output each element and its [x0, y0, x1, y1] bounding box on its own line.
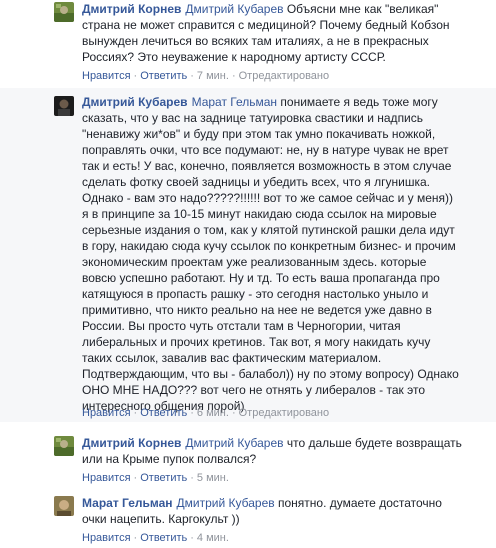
- reply-link[interactable]: Ответить: [140, 407, 187, 419]
- comment-line: понимаете я ведь тоже могу: [277, 95, 438, 109]
- comment-text: Дмитрий Корнев Дмитрий Кубарев что дальше…: [82, 435, 468, 451]
- comment-line: вынужден лечиться во всяких там италиях,…: [82, 34, 429, 48]
- comment-line: очки нацепить. Каргокульт )): [82, 512, 240, 526]
- separator: ·: [133, 532, 138, 544]
- timestamp[interactable]: 5 мин.: [197, 472, 229, 484]
- reply-link[interactable]: Ответить: [140, 532, 187, 544]
- comment-line: что дальше будете возвращать: [283, 436, 462, 450]
- separator: ·: [133, 472, 138, 484]
- avatar[interactable]: [54, 496, 74, 516]
- separator: ·: [190, 407, 194, 419]
- comment-line: либеральных и прочих кретинов. Так вот, …: [82, 335, 431, 349]
- comment-line: экономическим проектам уже реализованным…: [82, 255, 427, 269]
- comment-line: я в принципе за 10-15 минут накидаю сюда…: [82, 207, 437, 221]
- like-link[interactable]: Нравится: [82, 70, 131, 82]
- comment-thread: Дмитрий Корнев Дмитрий Кубарев Объясни мн…: [0, 0, 496, 548]
- comment-item: Марат Гельман Дмитрий Кубарев понятно. ду…: [0, 494, 496, 548]
- comment-text: Дмитрий Кубарев Марат Гельман понимаете я…: [82, 94, 468, 110]
- avatar[interactable]: [54, 436, 74, 456]
- comment-line: понятно. думаете достаточно: [274, 496, 442, 510]
- like-link[interactable]: Нравится: [82, 532, 131, 544]
- separator: ·: [133, 70, 138, 82]
- author-name[interactable]: Дмитрий Корнев: [82, 436, 181, 450]
- comment-item: Дмитрий Корнев Дмитрий Кубарев что дальше…: [0, 434, 496, 490]
- comment-line: ОНО МНЕ НАДО??? вот чего не отнять у либ…: [82, 383, 425, 397]
- author-name[interactable]: Марат Гельман: [82, 496, 173, 510]
- comment-line: Подтверждающим, что вы - балабол)) ну по…: [82, 367, 459, 381]
- mention-link[interactable]: Дмитрий Кубарев: [177, 496, 275, 510]
- mention-link[interactable]: Марат Гельман: [192, 95, 278, 109]
- comment-actions: Нравится · Ответить · 5 мин.: [82, 471, 229, 485]
- separator: ·: [231, 407, 236, 419]
- reply-link[interactable]: Ответить: [140, 70, 187, 82]
- timestamp[interactable]: 4 мин.: [197, 532, 229, 544]
- comment-line: в гору, накидаю сюда кучу ссылок по конк…: [82, 239, 456, 253]
- like-link[interactable]: Нравится: [82, 472, 131, 484]
- separator: ·: [190, 472, 194, 484]
- separator: ·: [190, 70, 194, 82]
- separator: ·: [231, 70, 236, 82]
- author-name[interactable]: Дмитрий Корнев: [82, 2, 181, 16]
- comment-line: или на Крыме пупок полвался?: [82, 452, 257, 466]
- avatar[interactable]: [54, 96, 74, 116]
- comment-line: "ненавижу жи*ов" и буду при этом так умн…: [82, 127, 436, 141]
- comment-actions: Нравится · Ответить · 7 мин. · Отредактировано: [82, 69, 329, 83]
- mention-link[interactable]: Дмитрий Кубарев: [185, 2, 283, 16]
- avatar[interactable]: [54, 2, 74, 22]
- comment-line: сделать фотку своей задницы и убедить вс…: [82, 175, 430, 189]
- comment-line: серьезные издания о том, как у клятой пу…: [82, 223, 455, 237]
- comment-line: примитивно, что никто реально на нее не …: [82, 303, 432, 317]
- comment-line: катящуюся в пропасть рашку - это сегодня…: [82, 287, 429, 301]
- comment-line: поправлять очки, что все подумают: не, н…: [82, 143, 449, 157]
- author-name[interactable]: Дмитрий Кубарев: [82, 95, 188, 109]
- comment-line: Однако - вам это надо?????!!!!!! вот то …: [82, 191, 454, 205]
- separator: ·: [190, 532, 194, 544]
- comment-line: Объясни мне как "великая": [283, 2, 439, 16]
- timestamp[interactable]: 6 мин.: [197, 407, 229, 419]
- comment-line: так и есть! У вас, конечно, появляется в…: [82, 159, 452, 173]
- comment-item: Дмитрий Кубарев Марат Гельман понимаете я…: [0, 88, 496, 422]
- edited-label[interactable]: Отредактировано: [239, 407, 330, 419]
- comment-text: Марат Гельман Дмитрий Кубарев понятно. ду…: [82, 495, 468, 511]
- like-link[interactable]: Нравится: [82, 407, 131, 419]
- reply-link[interactable]: Ответить: [140, 472, 187, 484]
- edited-label[interactable]: Отредактировано: [239, 70, 330, 82]
- separator: ·: [133, 407, 138, 419]
- comment-line: страна не может справится с медициной? П…: [82, 18, 450, 32]
- mention-link[interactable]: Дмитрий Кубарев: [185, 436, 283, 450]
- comment-actions: Нравится · Ответить · 6 мин. · Отредактировано: [82, 406, 329, 420]
- comment-line: сказать, что у вас на заднице татуировка…: [82, 111, 424, 125]
- timestamp[interactable]: 7 мин.: [197, 70, 229, 82]
- comment-actions: Нравится · Ответить · 4 мин.: [82, 531, 229, 545]
- comment-line: вовсю успешно работают. Ну и тд. То есть…: [82, 271, 440, 285]
- comment-text: Дмитрий Корнев Дмитрий Кубарев Объясни мн…: [82, 1, 468, 17]
- comment-line: России. Вы просто чуть отстали там в Чер…: [82, 319, 401, 333]
- comment-line: Россиях? Это неуважение к народному арти…: [82, 50, 386, 64]
- comment-line: таких ссылок, завалив вас фактическим ма…: [82, 351, 382, 365]
- comment-item: Дмитрий Корнев Дмитрий Кубарев Объясни мн…: [0, 0, 496, 86]
